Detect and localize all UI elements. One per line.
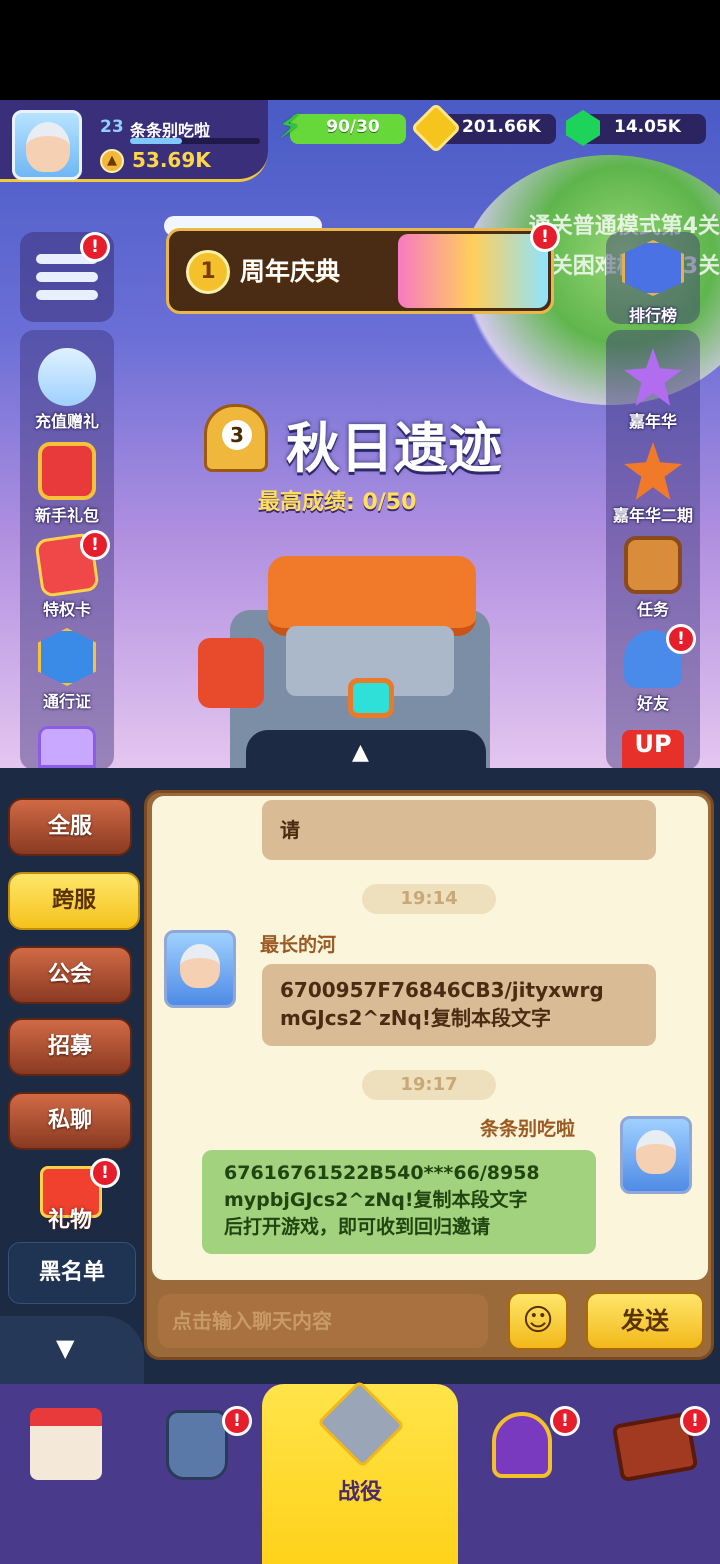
energy-value: 90/30 bbox=[326, 117, 380, 137]
message-text-line: 6700957F76846CB3/jityxwrg bbox=[280, 978, 604, 1002]
message-text: 请 bbox=[280, 818, 300, 842]
message-text-line: 67616761522B540***66/8958 bbox=[224, 1162, 540, 1184]
trophy-icon[interactable] bbox=[492, 1412, 552, 1478]
avatar-face-icon bbox=[636, 1130, 676, 1174]
starter-pack-label: 新手礼包 bbox=[34, 506, 99, 525]
sender-name: 条条别吃啦 bbox=[480, 1118, 576, 1140]
message-text-line: mypbjGJcs2^zNq!复制本段文字 bbox=[224, 1189, 528, 1211]
notification-badge: ! bbox=[90, 1158, 120, 1188]
notification-badge: ! bbox=[550, 1406, 580, 1436]
anniversary-medal-icon: 1 bbox=[186, 250, 230, 294]
tower-gem-icon bbox=[348, 678, 394, 718]
tab-guild[interactable]: 公会 bbox=[8, 946, 132, 1004]
stage-number: 3 bbox=[222, 420, 252, 450]
upgrade-chest-icon[interactable] bbox=[38, 726, 96, 768]
battle-pass-label: 通行证 bbox=[42, 692, 91, 711]
star-icon bbox=[624, 348, 682, 406]
friends-label: 好友 bbox=[636, 694, 669, 713]
chevron-down-icon: ▼ bbox=[56, 1334, 75, 1362]
menu-list-icon-line bbox=[36, 272, 98, 282]
star-icon bbox=[624, 442, 682, 500]
pass-shield-icon bbox=[38, 628, 96, 686]
shop-icon[interactable] bbox=[30, 1408, 102, 1480]
clipboard-icon bbox=[624, 536, 682, 594]
tasks-label: 任务 bbox=[636, 600, 669, 619]
notification-badge: ! bbox=[222, 1406, 252, 1436]
tasks-button[interactable]: 任务 bbox=[606, 536, 700, 620]
blacklist-button[interactable]: 黑名单 bbox=[8, 1242, 136, 1304]
avatar-face-icon bbox=[180, 944, 220, 988]
tower-side-block bbox=[198, 638, 264, 708]
player-level: 23 bbox=[100, 117, 124, 137]
notification-badge: ! bbox=[680, 1406, 710, 1436]
notification-badge: ! bbox=[530, 222, 560, 252]
anniversary-artwork bbox=[398, 234, 548, 308]
notification-badge: ! bbox=[80, 232, 110, 262]
leaderboard-label: 排行榜 bbox=[628, 306, 677, 325]
menu-list-icon-line bbox=[36, 290, 98, 300]
sender-name: 最长的河 bbox=[260, 934, 337, 956]
battle-pass-button[interactable]: 通行证 bbox=[20, 628, 114, 712]
chevron-up-icon: ▲ bbox=[352, 740, 369, 765]
up-event-icon[interactable]: UP bbox=[622, 730, 684, 768]
armor-icon[interactable] bbox=[166, 1410, 228, 1480]
anniversary-title: 周年庆典 bbox=[240, 257, 341, 286]
privilege-card-label: 特权卡 bbox=[42, 600, 91, 619]
tab-private[interactable]: 私聊 bbox=[8, 1092, 132, 1150]
carnival-2-button[interactable]: 嘉年华二期 bbox=[600, 442, 706, 526]
gem-value: 14.05K bbox=[614, 117, 681, 137]
avatar-face-icon bbox=[26, 122, 70, 172]
tower-roof bbox=[268, 556, 476, 636]
gift-box-icon bbox=[38, 442, 96, 500]
send-button[interactable]: 发送 bbox=[586, 1292, 704, 1350]
leaderboard-label-wrap: 排行榜 bbox=[606, 300, 700, 326]
power-icon: ▲ bbox=[100, 149, 124, 173]
message-bubble-self[interactable]: 67616761522B540***66/8958 mypbjGJcs2^zNq… bbox=[202, 1150, 596, 1254]
message-text-line: 后打开游戏，即可收到回归邀请 bbox=[224, 1216, 491, 1238]
carnival-2-label: 嘉年华二期 bbox=[612, 506, 693, 525]
recharge-gift-label: 充值赠礼 bbox=[34, 412, 99, 431]
gold-value: 201.66K bbox=[462, 117, 541, 137]
notification-badge: ! bbox=[80, 530, 110, 560]
message-bubble[interactable]: 6700957F76846CB3/jityxwrg mGJcs2^zNq!复制本… bbox=[262, 964, 656, 1046]
carnival-button[interactable]: 嘉年华 bbox=[606, 348, 700, 432]
power-value: 53.69K bbox=[132, 148, 211, 172]
notification-badge: ! bbox=[666, 624, 696, 654]
tab-all-server[interactable]: 全服 bbox=[8, 798, 132, 856]
message-bubble-partial: 请 bbox=[262, 800, 656, 860]
message-text-line: mGJcs2^zNq!复制本段文字 bbox=[280, 1006, 551, 1030]
chat-input[interactable]: 点击输入聊天内容 bbox=[158, 1294, 488, 1348]
recharge-gift-button[interactable]: 充值赠礼 bbox=[20, 348, 114, 432]
tab-cross-server[interactable]: 跨服 bbox=[8, 872, 140, 930]
tab-recruit[interactable]: 招募 bbox=[8, 1018, 132, 1076]
carnival-label: 嘉年华 bbox=[628, 412, 677, 431]
tab-gift-label: 礼物 bbox=[47, 1208, 92, 1233]
battle-label: 战役 bbox=[337, 1480, 382, 1505]
hero-icon bbox=[38, 348, 96, 406]
timestamp: 19:14 bbox=[362, 884, 496, 914]
best-score: 最高成绩: 0/50 bbox=[258, 490, 417, 515]
starter-pack-button[interactable]: 新手礼包 bbox=[20, 442, 114, 526]
emoji-button[interactable]: ☺ bbox=[508, 1292, 568, 1350]
timestamp: 19:17 bbox=[362, 1070, 496, 1100]
stage-name: 秋日遗迹 bbox=[286, 417, 502, 480]
xp-bar-fill bbox=[130, 138, 182, 144]
